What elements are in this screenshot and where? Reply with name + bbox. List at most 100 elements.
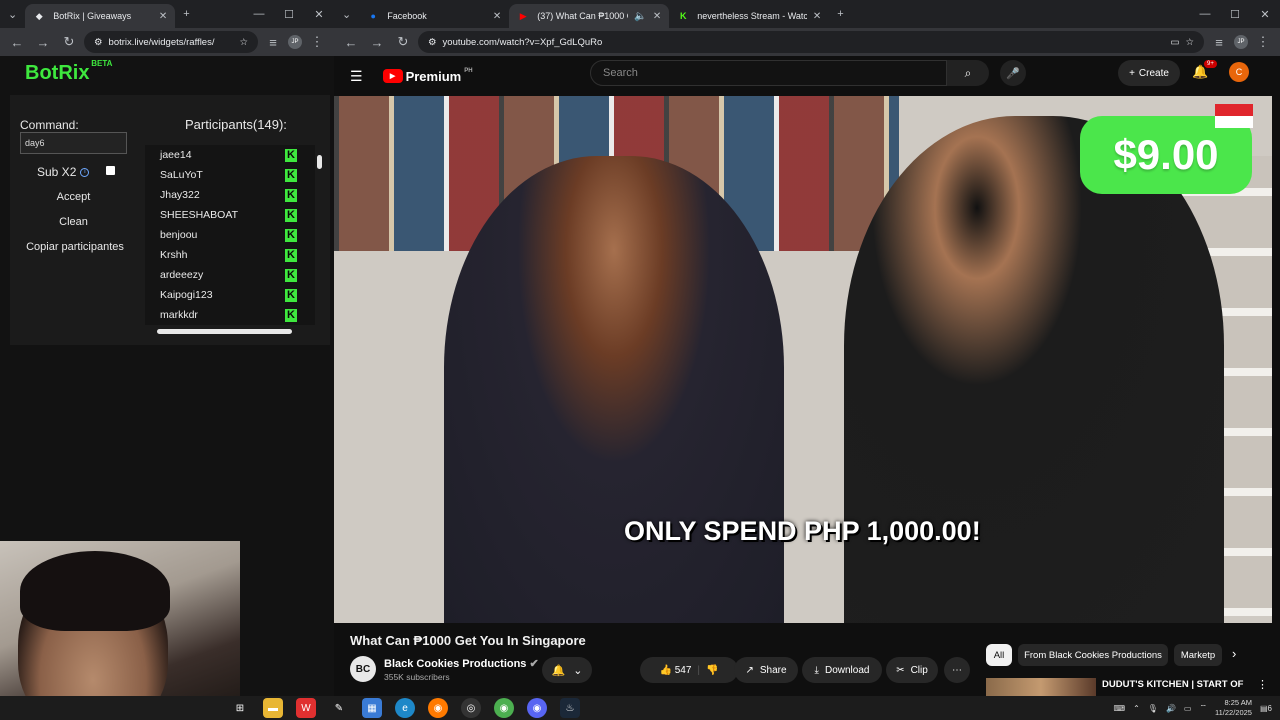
reading-list-icon[interactable]: ≡ [262, 35, 284, 50]
share-label: Share [759, 664, 787, 676]
vertical-scrollbar[interactable] [315, 145, 325, 325]
chip-marketplace[interactable]: Marketp [1174, 644, 1222, 666]
firefox-icon[interactable]: ◉ [428, 698, 448, 718]
mute-tab-icon[interactable]: 🔈 [634, 11, 646, 22]
recommended-video[interactable]: DUDUT'S KITCHEN | START OF ⋮ [986, 676, 1272, 696]
kick-icon: K [285, 208, 297, 222]
close-window-icon[interactable]: ✕ [304, 8, 334, 21]
search-input[interactable]: Search [590, 60, 947, 86]
thumbs-down-icon[interactable]: 👎 [706, 665, 718, 676]
scroll-thumb[interactable] [157, 329, 292, 334]
create-button[interactable]: + Create [1118, 60, 1180, 86]
more-icon[interactable]: ⋮ [1257, 678, 1268, 691]
maximize-icon[interactable]: ☐ [274, 8, 304, 21]
close-window-icon[interactable]: ✕ [1250, 8, 1280, 21]
close-tab-icon[interactable]: ✕ [493, 11, 501, 22]
reload-icon[interactable]: ↻ [392, 34, 414, 50]
youtube-logo[interactable]: ▶ Premium PH [382, 68, 473, 84]
site-info-icon[interactable]: ⚙ [94, 37, 103, 48]
new-tab-icon[interactable]: + [175, 8, 197, 20]
like-button[interactable]: 👍 547 [660, 665, 692, 676]
task-view-icon[interactable]: ⊞ [230, 698, 250, 718]
close-tab-icon[interactable]: ✕ [653, 11, 661, 22]
clip-button[interactable]: ✂ Clip [886, 657, 938, 683]
maximize-icon[interactable]: ☐ [1220, 8, 1250, 21]
back-icon[interactable]: ← [6, 35, 28, 50]
channel-name[interactable]: Black Cookies Productions ✔ [384, 657, 539, 670]
share-button[interactable]: ↗ Share [734, 657, 798, 683]
chip-all[interactable]: All [986, 644, 1012, 666]
file-explorer-icon[interactable]: ▬ [263, 698, 283, 718]
menu-icon[interactable]: ⋮ [306, 34, 328, 50]
calculator-icon[interactable]: ▦ [362, 698, 382, 718]
volume-icon[interactable]: 🔊 [1166, 704, 1176, 713]
cast-icon[interactable]: ▭ [1170, 37, 1179, 48]
forward-icon[interactable]: → [366, 35, 388, 50]
minimize-icon[interactable]: — [244, 8, 274, 20]
battery-icon[interactable]: ▭ [1184, 704, 1192, 713]
back-icon[interactable]: ← [340, 35, 362, 50]
wifi-icon[interactable]: ⌔ [1199, 703, 1207, 713]
clean-button[interactable]: Clean [20, 211, 127, 233]
obs-icon[interactable]: ◎ [461, 698, 481, 718]
list-item: SaLuYoT K [145, 165, 315, 185]
chevron-right-icon[interactable]: › [1232, 646, 1236, 661]
edge-icon[interactable]: e [395, 698, 415, 718]
channel-avatar[interactable]: BC [350, 656, 376, 682]
clip-label: Clip [910, 664, 928, 676]
sub-x2-checkbox[interactable] [106, 166, 115, 175]
account-avatar[interactable]: C [1229, 62, 1249, 82]
chip-from-channel[interactable]: From Black Cookies Productions [1018, 644, 1168, 666]
menu-icon[interactable]: ⋮ [1252, 34, 1274, 50]
site-info-icon[interactable]: ⚙ [428, 37, 437, 48]
download-button[interactable]: ⤓ Download [802, 657, 882, 683]
keyboard-icon[interactable]: ⌨ [1114, 704, 1126, 713]
tab-facebook[interactable]: ● Facebook ✕ [359, 4, 509, 28]
close-tab-icon[interactable]: ✕ [159, 11, 167, 22]
clock[interactable]: 8:25 AM 11/22/2025 [1215, 698, 1252, 718]
youtube-icon: ▶ [519, 10, 527, 21]
hamburger-menu-icon[interactable]: ☰ [350, 68, 363, 85]
url-field[interactable]: ⚙ botrix.live/widgets/raffles/ ☆ [84, 31, 258, 53]
accept-button[interactable]: Accept [20, 186, 127, 208]
botrix-logo[interactable]: BotRix BETA [25, 59, 112, 85]
tab-youtube[interactable]: ▶ (37) What Can ₱1000 Get Yo 🔈 ✕ [509, 4, 670, 28]
info-icon[interactable]: i [80, 167, 90, 177]
woman-in-video [444, 156, 784, 623]
wps-office-icon[interactable]: W [296, 698, 316, 718]
profile-avatar[interactable]: JP [1234, 35, 1248, 49]
chrome-canary-icon[interactable]: ◉ [527, 698, 547, 718]
video-player[interactable]: $9.00 ONLY SPEND PHP 1,000.00! [334, 96, 1272, 623]
voice-search-button[interactable]: 🎤 [1000, 60, 1026, 86]
bookmark-star-icon[interactable]: ☆ [239, 37, 248, 48]
forward-icon[interactable]: → [32, 35, 54, 50]
subscription-bell-button[interactable]: 🔔 ⌄ [542, 657, 592, 683]
command-input[interactable] [20, 132, 127, 154]
profile-avatar[interactable]: JP [288, 35, 302, 49]
steam-icon[interactable]: ♨ [560, 698, 580, 718]
tab-search-icon[interactable]: ⌄ [0, 8, 25, 21]
tab-botrix[interactable]: ◆ BotRix | Giveaways ✕ [25, 4, 176, 28]
tab-search-icon[interactable]: ⌄ [334, 8, 359, 21]
singapore-flag-icon [1215, 104, 1253, 128]
mic-icon[interactable]: 🎙 [1148, 704, 1158, 713]
copy-participants-button[interactable]: Copiar participantes [18, 236, 132, 258]
notification-count-badge: 9+ [1204, 60, 1217, 68]
search-button[interactable]: ⌕ [947, 60, 989, 86]
chevron-up-icon[interactable]: ⌃ [1133, 704, 1140, 713]
more-actions-button[interactable]: ⋯ [944, 657, 970, 683]
bookmark-star-icon[interactable]: ☆ [1185, 37, 1194, 48]
new-tab-icon[interactable]: + [829, 8, 851, 20]
window-controls: — ☐ ✕ [244, 0, 334, 28]
reload-icon[interactable]: ↻ [58, 34, 80, 50]
url-field[interactable]: ⚙ youtube.com/watch?v=Xpf_GdLQuRo ▭ ☆ [418, 31, 1204, 53]
chrome-icon[interactable]: ◉ [494, 698, 514, 718]
reading-list-icon[interactable]: ≡ [1208, 35, 1230, 50]
tab-kick[interactable]: K nevertheless Stream - Watch Li ✕ [669, 4, 829, 28]
notification-center-icon[interactable]: ▤6 [1260, 704, 1272, 713]
app-icon[interactable]: ✎ [329, 698, 349, 718]
horizontal-scrollbar[interactable] [145, 327, 315, 337]
minimize-icon[interactable]: — [1190, 8, 1220, 20]
close-tab-icon[interactable]: ✕ [813, 11, 821, 22]
scroll-thumb[interactable] [317, 155, 322, 169]
